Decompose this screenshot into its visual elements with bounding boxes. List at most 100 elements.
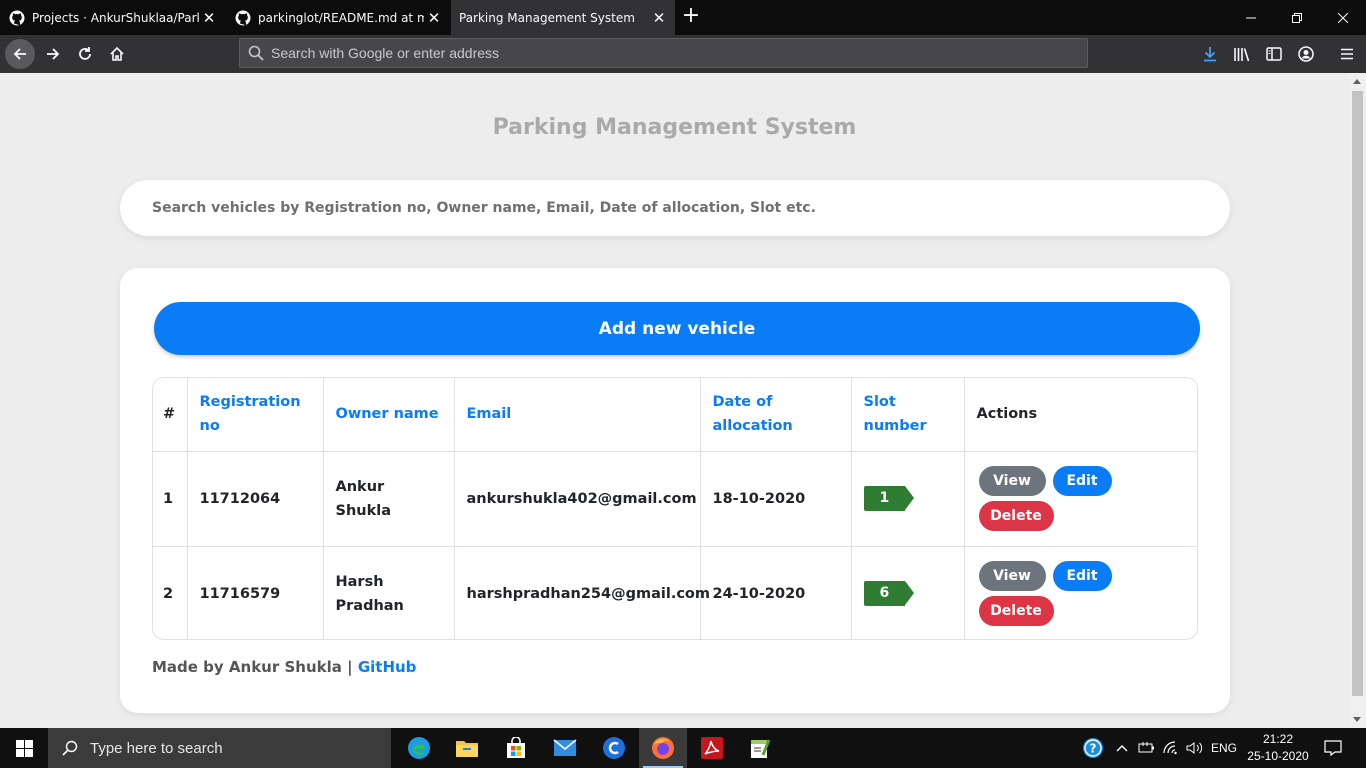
github-icon: [9, 10, 25, 26]
vehicles-table-container: # Registration no Owner name Email Date …: [152, 377, 1198, 640]
view-button[interactable]: View: [978, 561, 1046, 592]
language-indicator[interactable]: ENG: [1208, 728, 1240, 768]
delete-button[interactable]: Delete: [978, 501, 1054, 531]
table-header-row: # Registration no Owner name Email Date …: [153, 378, 1197, 452]
registration-cell: 11716579: [187, 546, 324, 639]
acrobat-icon: [701, 737, 723, 759]
notifications-button[interactable]: [1318, 728, 1348, 768]
minimize-button[interactable]: [1228, 0, 1274, 35]
browser-tab-active[interactable]: Parking Management System ✕: [451, 0, 675, 35]
email-cell: harshpradhan254@gmail.com: [454, 546, 710, 639]
header-slot[interactable]: Slot number: [851, 378, 965, 452]
reload-button[interactable]: [70, 39, 100, 69]
start-button[interactable]: [0, 728, 48, 768]
page-viewport: Parking Management System Add new vehicl…: [0, 73, 1349, 728]
help-icon: ?: [1083, 738, 1103, 758]
volume-tray-button[interactable]: [1184, 728, 1206, 768]
clock-time: 21:22: [1262, 732, 1294, 746]
vehicle-search-box: [120, 180, 1230, 236]
view-button[interactable]: View: [978, 466, 1046, 496]
header-owner[interactable]: Owner name: [323, 378, 455, 452]
header-number: #: [153, 378, 188, 452]
sidebar-icon: [1266, 47, 1282, 61]
download-icon: [1204, 47, 1216, 62]
date-cell: 18-10-2020: [700, 451, 852, 547]
firefox-icon: [652, 737, 674, 759]
clock-date: 25-10-2020: [1247, 749, 1309, 763]
footer-text: Made by Ankur Shukla |: [152, 658, 353, 676]
mail-app-button[interactable]: [541, 728, 589, 768]
browser-tab[interactable]: Projects · AnkurShuklaa/Parkin ✕: [0, 0, 225, 35]
vehicle-search-input[interactable]: [120, 180, 1230, 236]
row-actions: View Edit Delete: [977, 561, 1137, 627]
file-explorer-app-button[interactable]: [443, 728, 491, 768]
address-input[interactable]: [271, 45, 1051, 61]
table-row: 1 11712064 Ankur Shukla ankurshukla402@g…: [153, 451, 1197, 547]
taskbar-search-box[interactable]: Type here to search: [48, 728, 391, 768]
reload-icon: [79, 47, 91, 60]
delete-button[interactable]: Delete: [978, 596, 1054, 627]
firefox-app-button[interactable]: [639, 728, 687, 768]
back-button[interactable]: [5, 39, 35, 69]
github-link[interactable]: GitHub: [358, 658, 417, 676]
downloads-button[interactable]: [1199, 43, 1221, 65]
close-tab-icon[interactable]: ✕: [199, 9, 219, 27]
folder-icon: [456, 741, 478, 757]
actions-cell: View Edit Delete: [964, 546, 1197, 639]
restore-button[interactable]: [1274, 0, 1320, 35]
menu-button[interactable]: [1336, 43, 1358, 65]
new-tab-button[interactable]: +: [678, 4, 704, 30]
header-date[interactable]: Date of allocation: [700, 378, 852, 452]
browser-tab[interactable]: parkinglot/README.md at mas ✕: [226, 0, 450, 35]
forward-button[interactable]: [38, 39, 68, 69]
email-cell: ankurshukla402@gmail.com: [454, 451, 701, 547]
edit-button[interactable]: Edit: [1052, 466, 1112, 496]
close-tab-icon[interactable]: ✕: [649, 9, 669, 27]
tab-title: parkinglot/README.md at mas: [258, 10, 424, 25]
scrollbar-thumb[interactable]: [1352, 91, 1363, 696]
edit-button[interactable]: Edit: [1052, 561, 1112, 592]
speaker-icon: [1186, 742, 1203, 754]
wifi-tray-button[interactable]: [1161, 728, 1183, 768]
taskbar-clock[interactable]: 21:22 25-10-2020: [1240, 731, 1316, 765]
vehicles-card: Add new vehicle # Registration no Owner …: [120, 268, 1230, 713]
arrow-left-icon: [13, 48, 26, 60]
header-actions: Actions: [964, 378, 1197, 452]
address-bar[interactable]: [239, 38, 1088, 68]
acrobat-app-button[interactable]: [688, 728, 736, 768]
show-hidden-icons-button[interactable]: [1112, 728, 1132, 768]
scroll-down-arrow-icon[interactable]: [1353, 717, 1361, 722]
home-button[interactable]: [102, 39, 132, 69]
windows-taskbar: Type here to search ? ENG 21:22 25-10-20: [0, 728, 1366, 768]
taskbar-search-placeholder: Type here to search: [90, 739, 223, 757]
github-icon: [235, 10, 251, 26]
close-window-button[interactable]: [1320, 0, 1366, 35]
page-scrollbar[interactable]: [1349, 73, 1366, 728]
tab-title: Projects · AnkurShuklaa/Parkin: [32, 10, 199, 25]
search-icon: [248, 45, 264, 61]
close-tab-icon[interactable]: ✕: [424, 9, 444, 27]
wifi-icon: [1163, 741, 1177, 755]
arrow-right-icon: [47, 48, 60, 60]
header-email[interactable]: Email: [454, 378, 701, 452]
account-button[interactable]: [1295, 43, 1317, 65]
help-tray-button[interactable]: ?: [1078, 728, 1108, 768]
sidebar-button[interactable]: [1263, 43, 1285, 65]
battery-icon: [1138, 742, 1154, 753]
store-app-button[interactable]: [492, 728, 540, 768]
scroll-up-arrow-icon[interactable]: [1353, 79, 1361, 84]
browser-tab-bar: Projects · AnkurShuklaa/Parkin ✕ parking…: [0, 0, 1366, 35]
ccleaner-app-button[interactable]: [590, 728, 638, 768]
header-registration[interactable]: Registration no: [187, 378, 324, 452]
library-button[interactable]: [1231, 43, 1253, 65]
store-icon: [507, 737, 525, 758]
power-tray-button[interactable]: [1136, 728, 1158, 768]
add-vehicle-button[interactable]: Add new vehicle: [154, 302, 1200, 355]
library-icon: [1234, 48, 1250, 62]
vehicles-table: # Registration no Owner name Email Date …: [153, 378, 1197, 639]
notepad-plus-plus-app-button[interactable]: [736, 728, 784, 768]
slot-cell: 1: [851, 451, 965, 547]
notepad-icon: [751, 739, 771, 758]
date-cell: 24-10-2020: [700, 546, 852, 639]
edge-app-button[interactable]: [395, 728, 443, 768]
